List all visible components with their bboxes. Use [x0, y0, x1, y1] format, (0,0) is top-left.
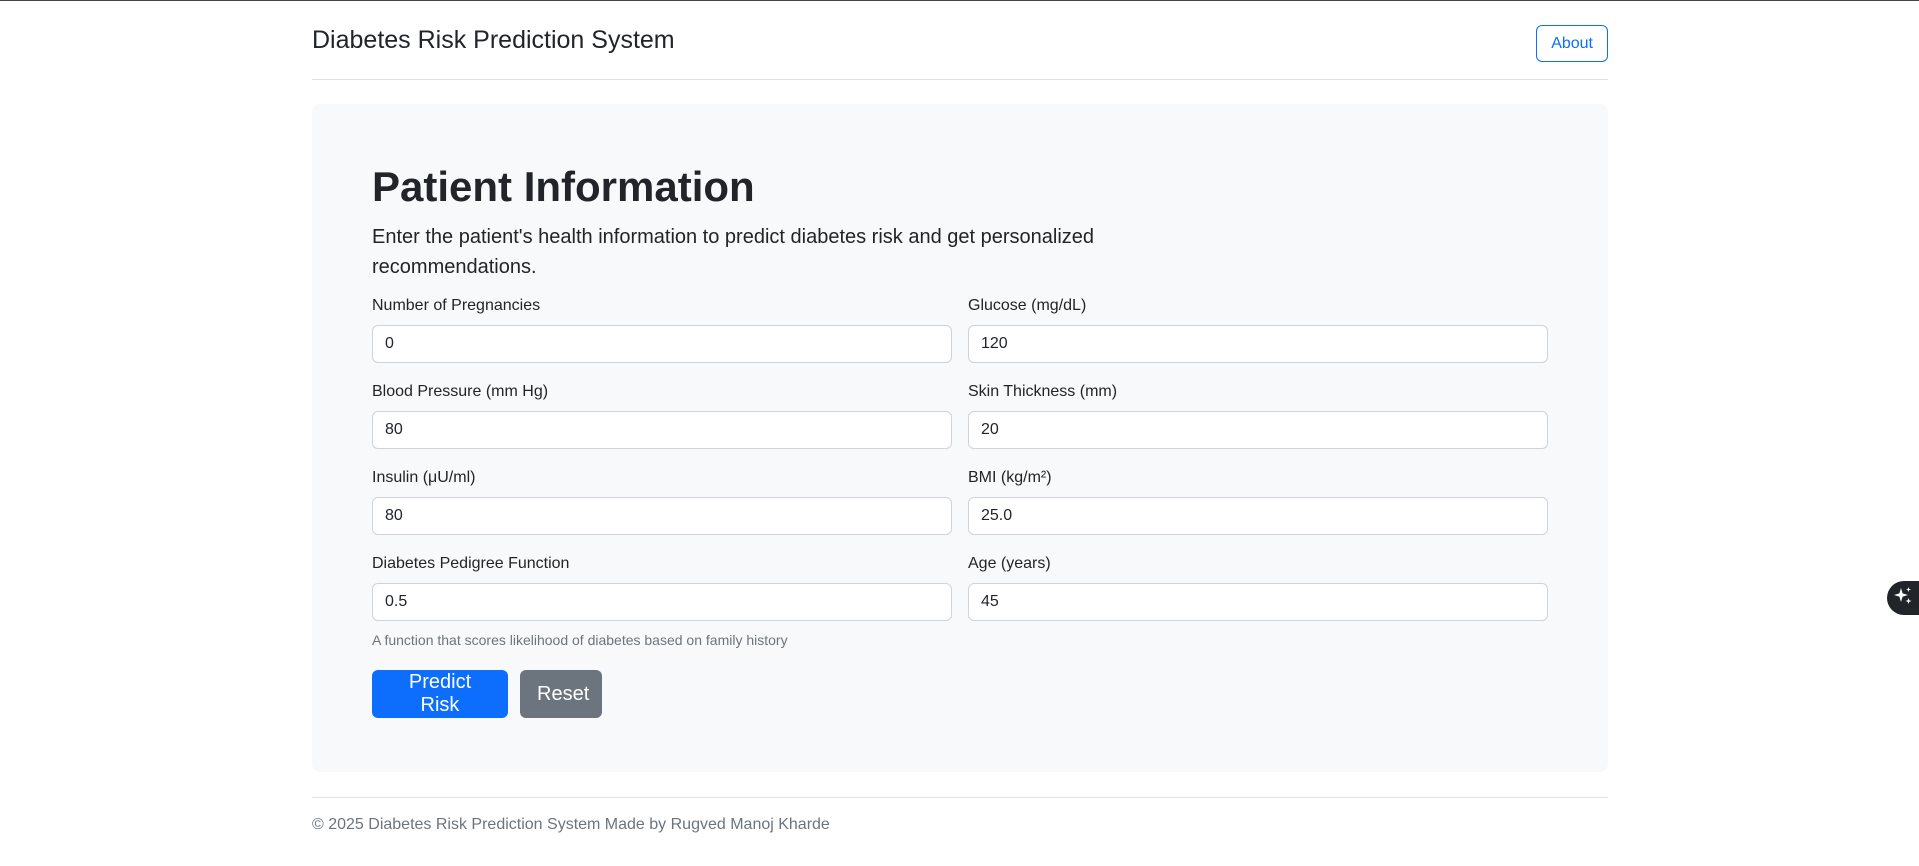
bmi-label: BMI (kg/m²) [968, 469, 1052, 486]
form-description: Enter the patient's health information t… [372, 226, 1095, 278]
pregnancies-input[interactable] [372, 325, 952, 363]
age-input[interactable] [968, 583, 1548, 621]
sparkle-icon [1893, 586, 1913, 611]
reset-button[interactable]: Reset [520, 670, 602, 718]
glucose-input[interactable] [968, 325, 1548, 363]
bmi-field-group: BMI (kg/m²) [968, 468, 1548, 535]
assistant-button[interactable] [1887, 581, 1919, 615]
pregnancies-label: Number of Pregnancies [372, 297, 541, 314]
pedigree-help-text: A function that scores likelihood of dia… [372, 632, 788, 648]
patient-form-panel: Patient Information Enter the patient's … [312, 104, 1608, 772]
page-title: Patient Information [372, 163, 755, 210]
page-container: Diabetes Risk Prediction System About Pa… [312, 0, 1608, 833]
form-content: Patient Information Enter the patient's … [372, 162, 1548, 718]
skin-thickness-field-group: Skin Thickness (mm) [968, 382, 1548, 449]
pregnancies-field-group: Number of Pregnancies [372, 296, 952, 363]
blood-pressure-input[interactable] [372, 411, 952, 449]
insulin-input[interactable] [372, 497, 952, 535]
blood-pressure-label: Blood Pressure (mm Hg) [372, 383, 549, 400]
footer-text: © 2025 Diabetes Risk Prediction System M… [312, 816, 830, 833]
site-footer: © 2025 Diabetes Risk Prediction System M… [312, 797, 1608, 834]
insulin-field-group: Insulin (μU/ml) [372, 468, 952, 535]
skin-thickness-label: Skin Thickness (mm) [968, 383, 1118, 400]
glucose-label: Glucose (mg/dL) [968, 297, 1087, 314]
glucose-field-group: Glucose (mg/dL) [968, 296, 1548, 363]
bmi-input[interactable] [968, 497, 1548, 535]
skin-thickness-input[interactable] [968, 411, 1548, 449]
about-button[interactable]: About [1536, 25, 1608, 62]
predict-risk-button[interactable]: Predict Risk [372, 670, 508, 718]
pedigree-field-group: Diabetes Pedigree Function [372, 554, 952, 621]
site-title: Diabetes Risk Prediction System [312, 26, 675, 54]
age-field-group: Age (years) [968, 554, 1548, 621]
pedigree-label: Diabetes Pedigree Function [372, 555, 570, 572]
age-label: Age (years) [968, 555, 1051, 572]
site-header: Diabetes Risk Prediction System About [312, 0, 1608, 80]
pedigree-input[interactable] [372, 583, 952, 621]
blood-pressure-field-group: Blood Pressure (mm Hg) [372, 382, 952, 449]
insulin-label: Insulin (μU/ml) [372, 469, 476, 486]
